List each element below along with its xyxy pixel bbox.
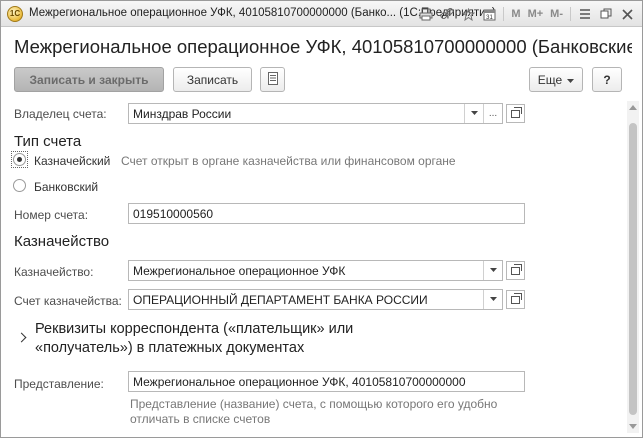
- owner-field[interactable]: Минздрав России ...: [128, 103, 503, 124]
- link-icon[interactable]: [438, 5, 456, 23]
- memory-plus-button[interactable]: M+: [526, 8, 546, 20]
- presentation-value: Межрегиональное операционное УФК, 401058…: [133, 375, 466, 389]
- treasury-heading: Казначейство: [14, 233, 110, 250]
- scroll-thumb[interactable]: [629, 123, 637, 415]
- more-button[interactable]: Еще: [529, 67, 583, 92]
- chevron-down-icon: [567, 73, 575, 87]
- print-icon[interactable]: [417, 5, 435, 23]
- scroll-up-icon[interactable]: [629, 105, 637, 110]
- treasury-account-open-button[interactable]: [506, 290, 525, 309]
- bank-radio-label[interactable]: Банковский: [34, 180, 98, 194]
- treasury-field[interactable]: Межрегиональное операционное УФК: [128, 260, 503, 281]
- treasury-account-value: ОПЕРАЦИОННЫЙ ДЕПАРТАМЕНТ БАНКА РОССИИ: [133, 293, 428, 307]
- presentation-field[interactable]: Межрегиональное операционное УФК, 401058…: [128, 371, 525, 392]
- favorites-icon[interactable]: [459, 5, 477, 23]
- memory-m-button[interactable]: M: [509, 8, 522, 20]
- app-logo-icon: 1C: [7, 6, 23, 22]
- close-icon[interactable]: [618, 5, 636, 23]
- list-icon: [267, 71, 278, 88]
- owner-select-button[interactable]: ...: [483, 104, 502, 123]
- account-type-heading: Тип счета: [14, 133, 82, 150]
- open-icon: [511, 263, 522, 275]
- presentation-label: Представление:: [14, 377, 104, 391]
- report-list-button[interactable]: [260, 67, 285, 92]
- calendar-icon[interactable]: 31: [480, 5, 498, 23]
- help-button[interactable]: ?: [592, 67, 622, 92]
- more-button-label: Еще: [537, 72, 563, 87]
- treasury-hint: Счет открыт в органе казначейства или фи…: [121, 154, 456, 168]
- account-number-value: 019510000560: [133, 207, 214, 221]
- owner-dropdown-button[interactable]: [464, 104, 483, 123]
- treasury-label: Казначейство:: [14, 265, 94, 279]
- account-number-field[interactable]: 019510000560: [128, 203, 525, 224]
- restore-icon[interactable]: [597, 5, 615, 23]
- treasury-account-dropdown-button[interactable]: [483, 290, 502, 309]
- scroll-down-icon[interactable]: [629, 424, 637, 429]
- owner-label: Владелец счета:: [14, 107, 107, 121]
- form-window: 1C Межрегиональное операционное УФК, 401…: [0, 0, 643, 438]
- treasury-radio[interactable]: [13, 153, 26, 166]
- correspondent-group-toggle[interactable]: Реквизиты корреспондента («плательщик» и…: [35, 320, 395, 358]
- open-icon: [511, 292, 522, 304]
- toolbar-separator: [503, 7, 505, 21]
- title-bar: 1C Межрегиональное операционное УФК, 401…: [1, 1, 642, 27]
- svg-text:31: 31: [486, 15, 493, 21]
- treasury-open-button[interactable]: [506, 261, 525, 280]
- treasury-account-field[interactable]: ОПЕРАЦИОННЫЙ ДЕПАРТАМЕНТ БАНКА РОССИИ: [128, 289, 503, 310]
- treasury-value: Межрегиональное операционное УФК: [133, 264, 346, 278]
- menu-icon[interactable]: [576, 5, 594, 23]
- treasury-dropdown-button[interactable]: [483, 261, 502, 280]
- bank-radio[interactable]: [13, 179, 26, 192]
- title-bar-tools: 31 M M+ M-: [417, 5, 636, 23]
- presentation-hint: Представление (название) счета, с помощь…: [130, 397, 498, 426]
- owner-value: Минздрав России: [133, 107, 232, 121]
- page-title: Межрегиональное операционное УФК, 401058…: [14, 36, 632, 57]
- vertical-scrollbar[interactable]: [627, 101, 639, 433]
- open-icon: [511, 106, 522, 118]
- save-button[interactable]: Записать: [173, 67, 252, 92]
- chevron-right-icon[interactable]: [16, 332, 27, 343]
- owner-open-button[interactable]: [506, 104, 525, 123]
- account-number-label: Номер счета:: [14, 208, 89, 222]
- toolbar-separator: [570, 7, 571, 21]
- treasury-radio-label[interactable]: Казначейский: [34, 154, 110, 168]
- treasury-account-label: Счет казначейства:: [14, 294, 122, 308]
- save-and-close-button[interactable]: Записать и закрыть: [14, 67, 164, 92]
- memory-minus-button[interactable]: M-: [548, 8, 565, 20]
